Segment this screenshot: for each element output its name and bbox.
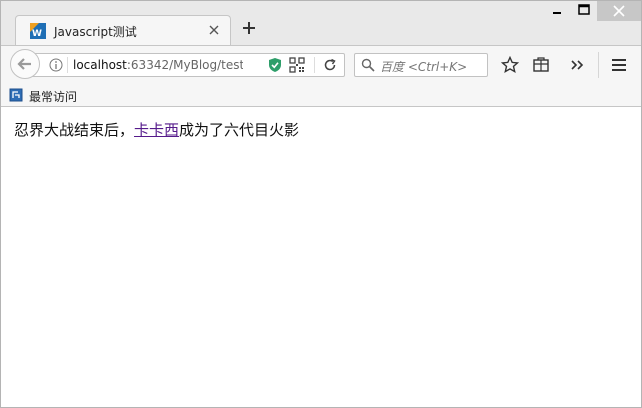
info-icon[interactable]	[49, 58, 63, 72]
bookmark-folder-icon	[9, 88, 23, 102]
search-input[interactable]: 百度 <Ctrl+K>	[354, 53, 488, 77]
tab-javascript-test[interactable]: W Javascript测试	[15, 15, 231, 45]
plus-icon[interactable]	[241, 20, 257, 36]
text-after-link: 成为了六代目火影	[179, 121, 300, 139]
back-arrow-icon	[17, 58, 31, 70]
text-before-link: 忍界大战结束后，	[14, 121, 135, 139]
reload-icon[interactable]	[323, 58, 337, 72]
page-content: 忍界大战结束后，卡卡西成为了六代目火影	[1, 107, 641, 407]
url-bar[interactable]: localhost:63342/MyBlog/test/	[27, 53, 345, 77]
url-text[interactable]: localhost:63342/MyBlog/test/	[73, 58, 243, 72]
toolbar-divider	[598, 52, 599, 78]
chevron-double-right-icon[interactable]	[568, 56, 586, 74]
close-icon[interactable]	[206, 22, 222, 38]
tab-title: Javascript测试	[54, 25, 137, 39]
url-path: :63342/MyBlog/test/	[126, 58, 243, 72]
shield-icon[interactable]	[267, 57, 283, 73]
search-placeholder: 百度 <Ctrl+K>	[380, 60, 468, 74]
maximize-icon[interactable]	[573, 1, 595, 21]
minimize-icon[interactable]	[547, 1, 569, 21]
bookmark-most-visited[interactable]: 最常访问	[29, 88, 77, 105]
star-icon[interactable]	[501, 56, 519, 74]
navigation-toolbar: localhost:63342/MyBlog/test/ 百度 <Ctrl+K>	[1, 45, 641, 83]
url-divider	[67, 57, 68, 73]
hamburger-menu-icon[interactable]	[610, 56, 628, 74]
content-paragraph: 忍界大战结束后，卡卡西成为了六代目火影	[14, 119, 299, 140]
qr-code-icon[interactable]	[289, 57, 305, 73]
bookmarks-toolbar: 最常访问	[1, 83, 641, 107]
back-button[interactable]	[10, 49, 40, 79]
url-divider	[314, 57, 315, 73]
webstorm-favicon-icon: W	[30, 23, 46, 39]
svg-text:W: W	[32, 29, 42, 39]
browser-window: W Javascript测试 localhost:63342/MyBlog/te…	[0, 0, 642, 408]
window-close-icon[interactable]	[597, 1, 641, 21]
kakashi-link[interactable]: 卡卡西	[134, 121, 179, 139]
library-icon[interactable]	[532, 56, 550, 74]
tab-strip: W Javascript测试	[1, 1, 641, 45]
search-icon	[361, 58, 375, 72]
url-host: localhost	[73, 58, 127, 72]
